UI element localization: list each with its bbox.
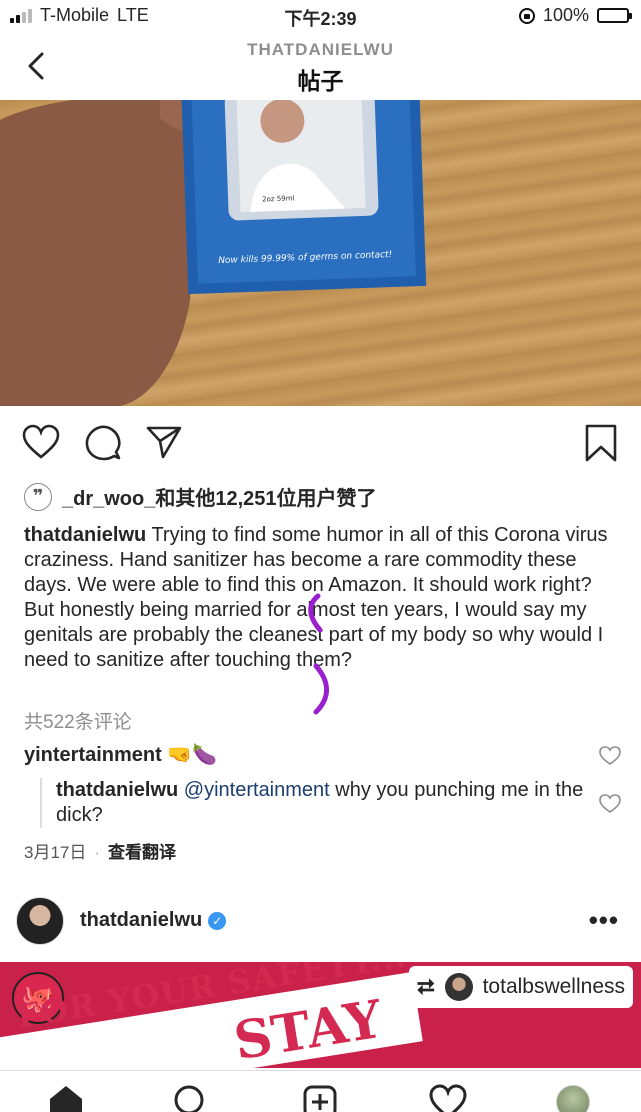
next-post-image[interactable]: 🐙 FOR YOUR SAFETY... STAY ⮂ totalbswelln… <box>0 962 641 1068</box>
status-right: 100% <box>518 5 632 26</box>
new-post-icon[interactable] <box>301 1083 339 1112</box>
comment-like-heart-icon[interactable] <box>599 746 621 766</box>
bottom-tab-bar <box>0 1070 641 1112</box>
post-actions <box>0 420 641 470</box>
repost-avatar <box>444 973 473 1001</box>
next-post-header: thatdanielwu ✓ ••• <box>0 893 641 953</box>
likes-text: _dr_woo_和其他12,251位用户赞了 <box>62 488 377 510</box>
comment-username[interactable]: yintertainment <box>24 744 162 766</box>
activity-heart-icon[interactable] <box>428 1083 468 1112</box>
reply-like-heart-icon[interactable] <box>599 794 621 814</box>
home-icon[interactable] <box>46 1083 86 1112</box>
comment-row: yintertainment 🤜🍆 <box>24 742 217 767</box>
battery-icon <box>597 8 632 23</box>
search-icon[interactable] <box>172 1083 208 1112</box>
bottle-size-text: 2oz 59ml <box>262 194 295 203</box>
next-post-username[interactable]: thatdanielwu <box>80 909 202 932</box>
post-date: 3月17日 <box>24 843 87 862</box>
more-options-icon[interactable]: ••• <box>589 905 619 936</box>
repost-username: totalbswellness <box>482 975 625 998</box>
post-photo[interactable]: 2oz 59ml Now kills 99.99% of germs on co… <box>0 100 641 406</box>
post-meta: 3月17日 · 查看翻译 <box>24 843 177 862</box>
reply-username[interactable]: thatdanielwu <box>56 779 178 801</box>
hand-sanitizer-photo: 2oz 59ml Now kills 99.99% of germs on co… <box>0 100 427 406</box>
profile-avatar[interactable] <box>556 1085 590 1112</box>
bookmark-icon[interactable] <box>584 424 618 462</box>
share-icon[interactable] <box>145 424 183 460</box>
repost-attribution[interactable]: ⮂ totalbswellness <box>408 966 633 1008</box>
avatar[interactable] <box>16 897 64 945</box>
battery-label: 100% <box>542 5 589 25</box>
caption-username[interactable]: thatdanielwu <box>24 524 146 546</box>
comment-icon[interactable] <box>84 424 122 462</box>
reply-row: thatdanielwu @yintertainment why you pun… <box>40 778 585 828</box>
verified-badge-icon: ✓ <box>208 911 227 930</box>
view-all-comments[interactable]: 共522条评论 <box>24 707 132 734</box>
orientation-lock-icon <box>518 7 535 24</box>
header-username: THATDANIELWU <box>247 40 394 59</box>
nav-header: THATDANIELWU 帖子 <box>0 32 641 98</box>
page-title: 帖子 <box>297 68 344 94</box>
comment-text: 🤜🍆 <box>167 744 218 766</box>
heart-icon[interactable] <box>22 424 60 460</box>
liker-avatar-icon: ❞ <box>24 482 52 511</box>
reply-mention[interactable]: @yintertainment <box>184 779 330 801</box>
purple-drawing-marks <box>308 593 329 715</box>
see-translation-link[interactable]: 查看翻译 <box>108 843 176 862</box>
likes-row[interactable]: ❞ _dr_woo_和其他12,251位用户赞了 <box>24 482 377 511</box>
repost-icon: ⮂ <box>416 974 435 999</box>
next-post-user[interactable]: thatdanielwu ✓ <box>80 909 227 932</box>
status-bar: T-Mobile LTE 下午2:39 100% <box>0 0 641 32</box>
